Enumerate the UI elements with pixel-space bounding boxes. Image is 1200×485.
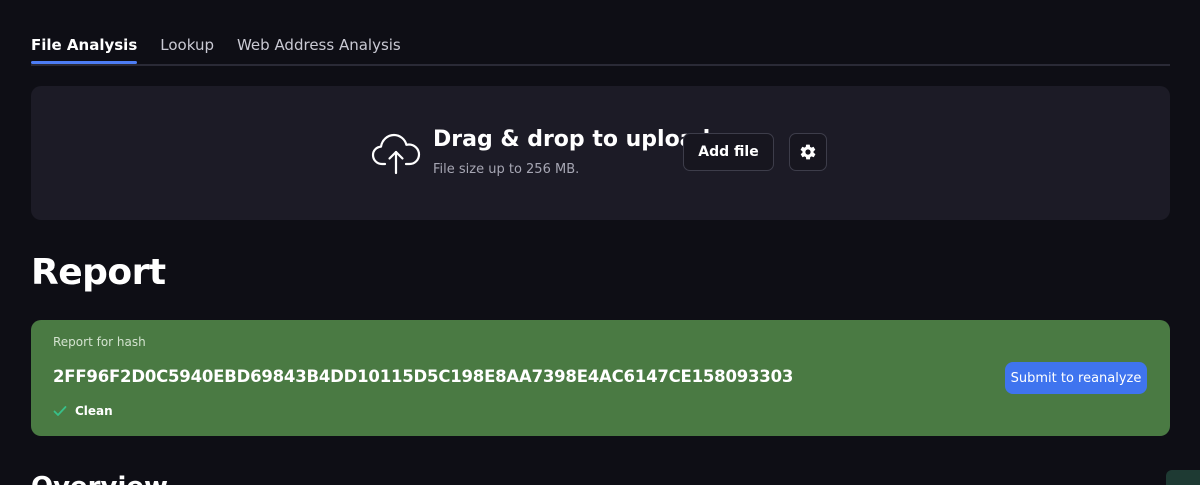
tab-bar: File Analysis Lookup Web Address Analysi… [31, 28, 1170, 66]
add-file-button[interactable]: Add file [683, 133, 774, 171]
report-heading: Report [31, 252, 166, 293]
tab-web-address-analysis[interactable]: Web Address Analysis [237, 28, 401, 62]
cloud-upload-icon [371, 133, 421, 175]
upload-title: Drag & drop to upload [433, 127, 711, 152]
tab-file-analysis[interactable]: File Analysis [31, 28, 138, 64]
floating-widget[interactable] [1166, 470, 1200, 485]
tab-lookup[interactable]: Lookup [160, 28, 214, 62]
submit-to-reanalyze-button[interactable]: Submit to reanalyze [1005, 362, 1147, 394]
report-hash-label: Report for hash [53, 335, 146, 349]
upload-dropzone[interactable]: Drag & drop to upload File size up to 25… [31, 86, 1170, 220]
overview-heading: Overview [31, 472, 168, 485]
status-label: Clean [75, 404, 113, 418]
upload-size-limit: File size up to 256 MB. [433, 162, 580, 177]
report-hash-value: 2FF96F2D0C5940EBD69843B4DD10115D5C198E8A… [53, 367, 794, 386]
upload-settings-button[interactable] [789, 133, 827, 171]
report-summary-card: Report for hash 2FF96F2D0C5940EBD69843B4… [31, 320, 1170, 436]
page: File Analysis Lookup Web Address Analysi… [0, 0, 1200, 485]
status-badge: Clean [53, 404, 113, 418]
gear-icon [800, 144, 816, 160]
checkmark-icon [53, 406, 67, 416]
